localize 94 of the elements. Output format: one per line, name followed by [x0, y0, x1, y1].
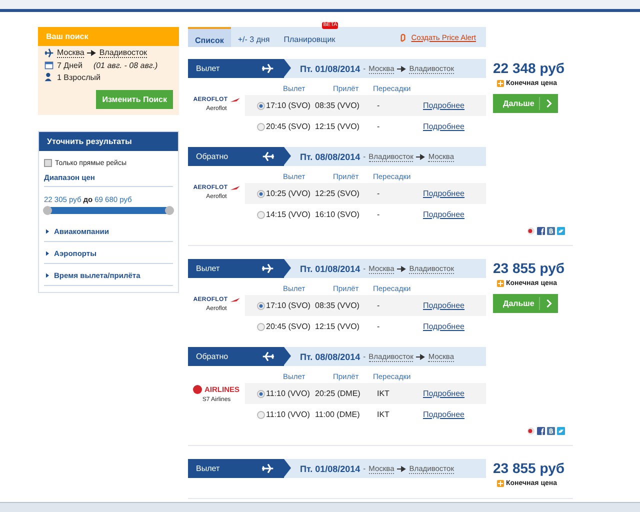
- people-icon: [44, 72, 54, 82]
- plane-icon: [262, 464, 274, 473]
- departure-time: 14:15 (VVO): [266, 210, 310, 219]
- transfers: -: [377, 301, 380, 310]
- details-link[interactable]: Подробнее: [423, 210, 464, 219]
- departure-time: 20:45 (SVO): [266, 122, 310, 131]
- transfers: IKT: [377, 389, 390, 398]
- mail-share-icon[interactable]: [527, 427, 535, 435]
- arrow-icon: [87, 50, 96, 56]
- details-link[interactable]: Подробнее: [423, 322, 464, 331]
- details-link[interactable]: Подробнее: [423, 122, 464, 131]
- origin-city[interactable]: Москва: [57, 48, 84, 58]
- radio-button[interactable]: [257, 411, 265, 419]
- radio-button[interactable]: [257, 123, 265, 131]
- plane-icon: [262, 64, 274, 73]
- arrow-icon: [397, 266, 406, 272]
- arrow-icon: [397, 66, 406, 72]
- checkbox[interactable]: [44, 159, 52, 167]
- facebook-icon[interactable]: [537, 427, 545, 435]
- details-link[interactable]: Подробнее: [423, 189, 464, 198]
- details-link[interactable]: Подробнее: [423, 101, 464, 110]
- trip-dates: (01 авг. - 08 авг.): [93, 60, 158, 70]
- arrival-time: 20:25 (DME): [315, 389, 360, 398]
- transfers: -: [377, 122, 380, 131]
- radio-button[interactable]: [257, 390, 265, 398]
- tab[interactable]: +/- 3 дня: [230, 27, 277, 47]
- details-link[interactable]: Подробнее: [423, 389, 464, 398]
- departure-time: 11:10 (VVO): [266, 389, 310, 398]
- plus-icon: [497, 80, 504, 87]
- transfers: IKT: [377, 410, 390, 419]
- direction-label: Вылет: [196, 64, 220, 73]
- destination-city[interactable]: Владивосток: [99, 48, 148, 58]
- transfers: -: [377, 322, 380, 331]
- calendar-icon: [44, 60, 54, 70]
- arrival-time: 08:35 (VVO): [315, 101, 360, 110]
- radio-button[interactable]: [257, 323, 265, 331]
- arrival-time: 12:15 (VVO): [315, 322, 360, 331]
- arrow-icon: [416, 154, 426, 160]
- refine-panel-title: Уточнить результаты: [39, 132, 178, 151]
- departure-time: 17:10 (SVO): [266, 101, 310, 110]
- plus-icon: [497, 280, 504, 287]
- passengers: 1 Взрослый: [57, 72, 100, 82]
- arrow-icon: [416, 354, 426, 360]
- facebook-icon[interactable]: [537, 227, 545, 235]
- direction-label: Обратно: [196, 152, 228, 161]
- departure-time: 11:10 (VVO): [266, 410, 310, 419]
- transfers: -: [377, 101, 380, 110]
- flight-date: Пт. 08/08/2014: [300, 152, 360, 162]
- twitter-icon[interactable]: [557, 427, 565, 435]
- plane-icon: [262, 152, 274, 161]
- flight-date: Пт. 08/08/2014: [300, 352, 360, 362]
- vk-icon[interactable]: [547, 227, 555, 235]
- tab[interactable]: Планировщик: [276, 27, 342, 47]
- direction-label: Вылет: [196, 464, 220, 473]
- departure-time: 20:45 (SVO): [266, 322, 310, 331]
- trip-duration: 7 Дней: [57, 60, 82, 70]
- arrow-icon: [397, 466, 406, 472]
- expand-arrow-icon: [46, 229, 49, 234]
- direction-label: Обратно: [196, 352, 228, 361]
- search-panel-title: Ваш поиск: [38, 27, 179, 46]
- arrival-time: 11:00 (DME): [315, 410, 360, 419]
- arrival-time: 12:25 (SVO): [315, 189, 360, 198]
- radio-button[interactable]: [257, 190, 265, 198]
- radio-button[interactable]: [257, 302, 265, 310]
- transfers: -: [377, 210, 380, 219]
- flight-date: Пт. 01/08/2014: [300, 64, 360, 74]
- plus-icon: [497, 480, 504, 487]
- twitter-icon[interactable]: [557, 227, 565, 235]
- radio-button[interactable]: [257, 211, 265, 219]
- departure-time: 10:25 (VVO): [266, 189, 310, 198]
- flight-date: Пт. 01/08/2014: [300, 264, 360, 274]
- price: 23 855 руб: [493, 459, 565, 477]
- expand-arrow-icon: [46, 273, 49, 278]
- plane-icon: [262, 352, 274, 361]
- details-link[interactable]: Подробнее: [423, 410, 464, 419]
- expand-arrow-icon: [46, 251, 49, 256]
- radio-button[interactable]: [257, 102, 265, 110]
- chevron-icon: [546, 299, 552, 308]
- price: 23 855 руб: [493, 259, 565, 277]
- tab[interactable]: Список: [188, 27, 231, 47]
- arrival-time: 08:35 (VVO): [315, 301, 360, 310]
- direction-label: Вылет: [196, 264, 220, 273]
- arrival-time: 12:15 (VVO): [315, 122, 360, 131]
- price: 22 348 руб: [493, 59, 565, 77]
- plane-icon: [262, 264, 274, 273]
- flight-date: Пт. 01/08/2014: [300, 464, 360, 474]
- plane-icon: [44, 48, 54, 58]
- departure-time: 17:10 (SVO): [266, 301, 310, 310]
- transfers: -: [377, 189, 380, 198]
- vk-icon[interactable]: [547, 427, 555, 435]
- mail-share-icon[interactable]: [527, 227, 535, 235]
- arrival-time: 16:10 (SVO): [315, 210, 360, 219]
- chevron-icon: [546, 99, 552, 108]
- details-link[interactable]: Подробнее: [423, 301, 464, 310]
